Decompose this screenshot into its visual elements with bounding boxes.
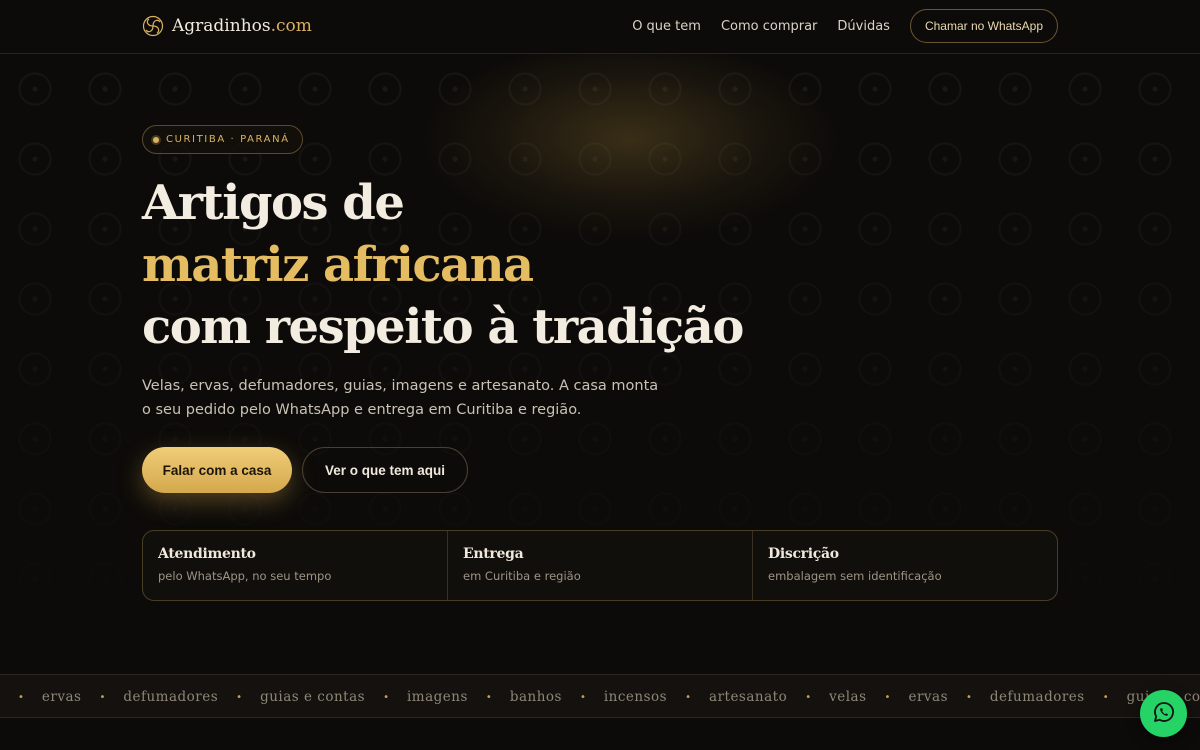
marquee-dot-icon: • — [685, 691, 692, 703]
marquee-text: velas — [829, 689, 867, 705]
logo-text: Agradinhos.com — [172, 16, 312, 36]
logo-domain: .com — [270, 16, 312, 36]
marquee-dot-icon: • — [485, 691, 492, 703]
feature-title: Entrega — [463, 546, 524, 562]
marquee-item: • ervas — [867, 689, 948, 705]
see-products-button[interactable]: Ver o que tem aqui — [302, 447, 468, 493]
marquee-dot-icon: • — [805, 691, 812, 703]
marquee-dot-icon: • — [579, 691, 586, 703]
marquee-dot-icon: • — [383, 691, 389, 703]
marquee-item: • ervas — [0, 689, 81, 705]
feature-desc: embalagem sem identificação — [768, 569, 942, 583]
features-strip: Atendimento pelo WhatsApp, no seu tempo … — [142, 530, 1058, 601]
nav-link-duvidas[interactable]: Dúvidas — [837, 19, 890, 34]
main-nav: O que tem Como comprar Dúvidas Chamar no… — [632, 9, 1058, 43]
marquee-text: defumadores — [123, 689, 219, 705]
hero-title: Artigos de matriz africana com respeito … — [142, 172, 782, 358]
location-badge: CURITIBA · PARANÁ — [142, 125, 303, 154]
hero-lead: Velas, ervas, defumadores, guias, imagen… — [142, 378, 659, 418]
marquee-text: guias e contas — [260, 689, 366, 705]
feature-atendimento: Atendimento pelo WhatsApp, no seu tempo — [143, 531, 448, 600]
hero-title-line-1: Artigos de — [142, 175, 405, 231]
marquee-item: • artesanato — [667, 689, 787, 705]
marquee-text: ervas — [41, 689, 82, 705]
marquee-item: • guias e contas — [218, 689, 365, 705]
marquee-text: ervas — [908, 689, 948, 705]
site-header: Agradinhos.com O que tem Como comprar Dú… — [0, 0, 1200, 54]
marquee-text: banhos — [509, 689, 562, 705]
whatsapp-icon — [1152, 700, 1176, 727]
feature-title: Atendimento — [158, 546, 256, 562]
talk-to-house-button[interactable]: Falar com a casa — [142, 447, 292, 493]
swirl-logo-icon — [142, 15, 164, 37]
category-marquee: • ervas • defumadores • guias e contas • imagen… — [0, 674, 1200, 718]
nav-link-como-comprar[interactable]: Como comprar — [721, 19, 817, 34]
feature-discricao: Discrição embalagem sem identificação — [753, 531, 1057, 600]
feature-desc: em Curitiba e região — [463, 569, 581, 583]
logo-name: Agradinhos — [172, 16, 271, 36]
badge-text: CURITIBA · PARANÁ — [166, 134, 290, 145]
badge-dot-icon — [153, 136, 159, 143]
whatsapp-cta-button[interactable]: Chamar no WhatsApp — [909, 9, 1058, 43]
hero-title-line-2: matriz africana — [142, 237, 534, 293]
nav-link-o-que-tem[interactable]: O que tem — [632, 19, 701, 34]
marquee-text: incensos — [603, 689, 668, 705]
marquee-track: • ervas • defumadores • guias e contas • imagen… — [0, 675, 1200, 717]
feature-title: Discrição — [768, 546, 839, 562]
marquee-dot-icon: • — [966, 691, 972, 703]
feature-entrega: Entrega em Curitiba e região — [448, 531, 753, 600]
marquee-dot-icon: • — [884, 691, 891, 703]
hero-title-line-3: com respeito à tradição — [142, 299, 744, 355]
marquee-dot-icon: • — [236, 691, 243, 703]
marquee-dot-icon: • — [1102, 691, 1109, 703]
marquee-text: defumadores — [989, 689, 1085, 705]
logo-link[interactable]: Agradinhos.com — [142, 15, 312, 37]
feature-desc: pelo WhatsApp, no seu tempo — [158, 569, 332, 583]
marquee-text: imagens — [406, 689, 468, 705]
marquee-item: • defumadores — [948, 689, 1085, 705]
marquee-item: • banhos — [468, 689, 562, 705]
marquee-item: • imagens — [365, 689, 468, 705]
whatsapp-float-button[interactable] — [1140, 690, 1187, 737]
marquee-dot-icon: • — [99, 691, 106, 703]
marquee-item: • defumadores — [81, 689, 218, 705]
marquee-text: artesanato — [709, 689, 788, 705]
marquee-dot-icon: • — [18, 691, 24, 703]
marquee-item: • incensos — [562, 689, 667, 705]
marquee-item: • velas — [787, 689, 866, 705]
